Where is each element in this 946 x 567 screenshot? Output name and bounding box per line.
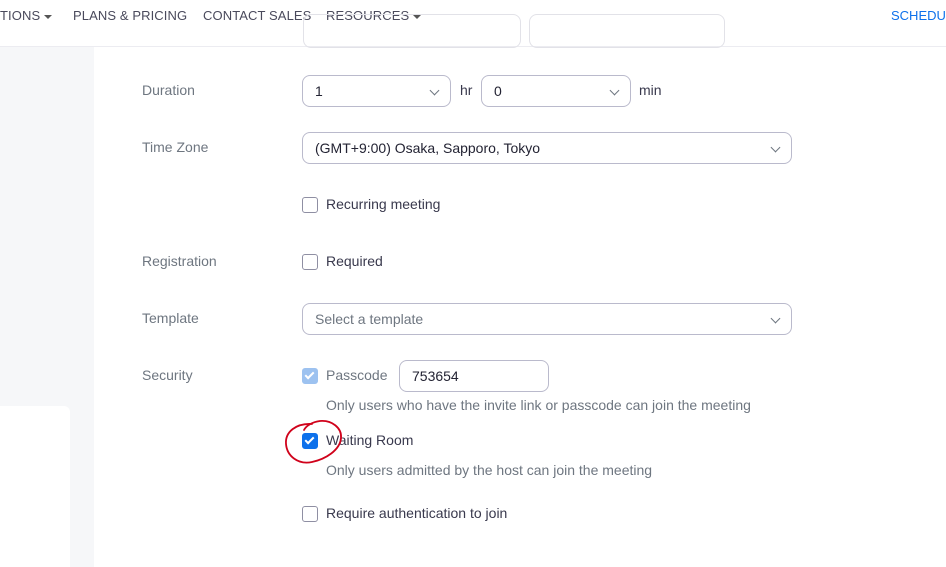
- security-label: Security: [142, 367, 193, 383]
- nav-solutions-label: TIONS: [0, 8, 41, 23]
- passcode-input[interactable]: 753654: [399, 360, 549, 392]
- nav-schedule[interactable]: SCHEDUL: [891, 8, 946, 23]
- caret-down-icon: [44, 14, 53, 19]
- duration-hours-select[interactable]: 1: [302, 75, 451, 107]
- waiting-room-checkbox[interactable]: [302, 433, 318, 449]
- chevron-down-icon: [609, 85, 620, 96]
- registration-required-checkbox[interactable]: [302, 254, 318, 270]
- time-field-ghost: [529, 14, 725, 48]
- recurring-label[interactable]: Recurring meeting: [326, 196, 440, 212]
- duration-min-unit: min: [639, 82, 662, 98]
- passcode-checkbox: [302, 368, 318, 384]
- duration-minutes-select[interactable]: 0: [481, 75, 631, 107]
- nav-contact-sales[interactable]: CONTACT SALES: [203, 8, 311, 23]
- duration-hr-unit: hr: [460, 82, 473, 98]
- passcode-label: Passcode: [326, 367, 388, 383]
- duration-minutes-value: 0: [494, 83, 502, 99]
- passcode-help-text: Only users who have the invite link or p…: [326, 397, 751, 413]
- left-card: [0, 406, 70, 567]
- date-field-ghost: [303, 14, 521, 48]
- chevron-down-icon: [770, 313, 781, 324]
- template-placeholder: Select a template: [315, 311, 424, 327]
- nav-solutions[interactable]: TIONS: [0, 8, 53, 23]
- registration-label: Registration: [142, 253, 217, 269]
- duration-hours-value: 1: [315, 83, 323, 99]
- duration-label: Duration: [142, 82, 195, 98]
- template-select[interactable]: Select a template: [302, 303, 792, 335]
- timezone-label: Time Zone: [142, 139, 209, 155]
- top-navigation: TIONS PLANS & PRICING CONTACT SALES RESO…: [0, 0, 946, 48]
- template-label: Template: [142, 310, 199, 326]
- chevron-down-icon: [429, 85, 440, 96]
- timezone-value: (GMT+9:00) Osaka, Sapporo, Tokyo: [315, 140, 541, 156]
- chevron-down-icon: [770, 142, 781, 153]
- recurring-checkbox[interactable]: [302, 197, 318, 213]
- timezone-select[interactable]: (GMT+9:00) Osaka, Sapporo, Tokyo: [302, 132, 792, 164]
- registration-required-label[interactable]: Required: [326, 253, 383, 269]
- require-auth-checkbox[interactable]: [302, 506, 318, 522]
- checkmark-icon: [304, 434, 315, 445]
- checkmark-icon: [304, 369, 315, 380]
- nav-plans-pricing[interactable]: PLANS & PRICING: [73, 8, 187, 23]
- waiting-room-label[interactable]: Waiting Room: [326, 432, 413, 448]
- waiting-room-help-text: Only users admitted by the host can join…: [326, 462, 653, 478]
- require-auth-label[interactable]: Require authentication to join: [326, 505, 507, 521]
